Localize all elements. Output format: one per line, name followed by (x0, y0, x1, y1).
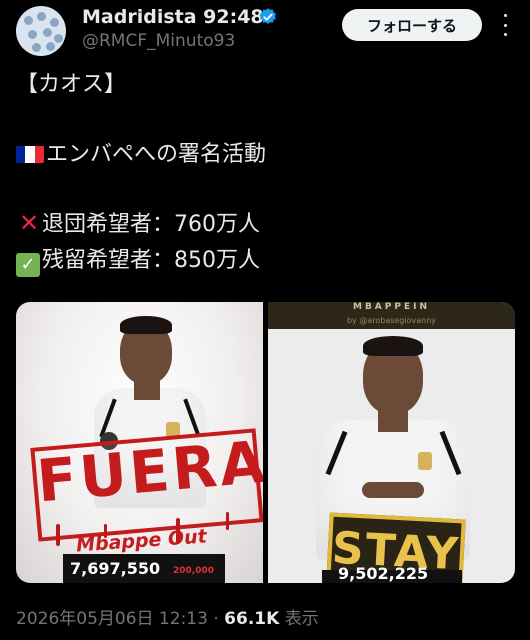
petition-count-secondary: 200,000 (173, 566, 214, 576)
avatar[interactable] (16, 6, 66, 56)
media-image-left[interactable]: FUERA Mbappe Out 7,697,550 200,000 (16, 302, 263, 583)
more-options-icon[interactable] (496, 14, 514, 36)
tweet-line-3: ✕ 退団希望者：760万人 (16, 208, 260, 240)
tweet-meta: 2026年05月06日 12:13 · 66.1K 表示 (16, 604, 319, 629)
tweet-line-3-text: 退団希望者：760万人 (42, 212, 260, 237)
france-flag-icon (16, 144, 44, 163)
meta-separator: · (213, 609, 219, 629)
verified-badge-icon (260, 8, 276, 24)
cross-mark-icon: ✕ (18, 209, 40, 237)
views-label: 表示 (284, 609, 319, 629)
check-mark-icon: ✓ (16, 253, 40, 277)
tweet-media[interactable]: FUERA Mbappe Out 7,697,550 200,000 MBAPP… (16, 302, 515, 583)
tweet-line-2: エンバペへの署名活動 (16, 140, 266, 170)
tweet-line-4: ✓ 残留希望者：850万人 (16, 246, 260, 277)
count-bar-left: 7,697,550 200,000 (63, 554, 225, 583)
views-count[interactable]: 66.1K (224, 609, 279, 629)
petition-count-right: 9,502,225 (338, 564, 429, 583)
tweet-line-2-text: エンバペへの署名活動 (46, 142, 267, 167)
count-bar-right: 9,502,225 (322, 564, 462, 583)
display-name[interactable]: Madridista 92:48 (82, 6, 264, 28)
timestamp[interactable]: 2026年05月06日 12:13 (16, 609, 208, 629)
tweet-line-1: 【カオス】 (16, 72, 127, 97)
media-image-right[interactable]: MBAPPEIN by @arobasegiovanny STAY 9,502,… (268, 302, 515, 583)
tweet-line-4-text: 残留希望者：850万人 (42, 248, 260, 273)
handle[interactable]: @RMCF_Minuto93 (82, 31, 235, 51)
petition-count-left: 7,697,550 (70, 559, 161, 578)
follow-button[interactable]: フォローする (342, 9, 482, 41)
tweet-header: Madridista 92:48 @RMCF_Minuto93 フォローする (0, 0, 530, 62)
